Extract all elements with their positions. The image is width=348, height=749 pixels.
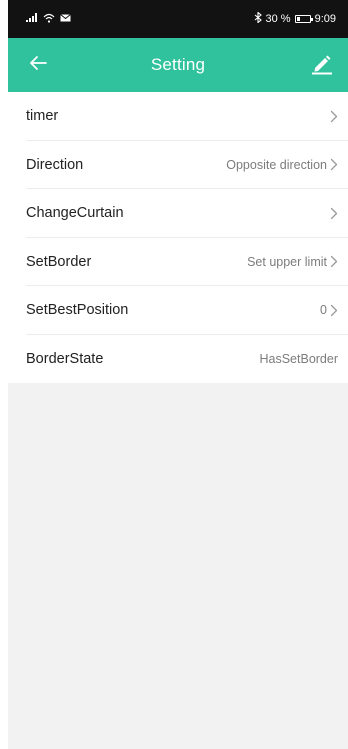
chevron-right-icon [330,255,338,268]
battery-level-fill [296,17,301,21]
wifi-icon [43,13,55,26]
back-button[interactable] [18,38,58,92]
settings-row-right [327,110,338,123]
settings-row-value: Set upper limit [247,254,327,269]
settings-row-value: 0 [320,303,327,318]
settings-row-right: Set upper limit [247,255,338,269]
settings-row-right: Opposite direction [226,158,338,172]
chevron-right-icon [330,207,338,220]
battery-percent: 30 % [265,13,291,25]
settings-row-label: SetBorder [26,253,92,270]
settings-row-label: BorderState [26,350,104,367]
arrow-left-icon [29,55,47,76]
settings-row-label: Direction [26,156,84,173]
settings-row-changecurtain[interactable]: ChangeCurtain [8,189,348,238]
settings-row-right [327,207,338,220]
settings-row-label: ChangeCurtain [26,205,124,222]
app-screen: 30 % 9:09 Setting timer Direction Opposi… [8,0,348,749]
settings-row-value: HasSetBorder [259,351,338,366]
signal-icon [26,13,38,25]
settings-row-borderstate[interactable]: BorderState HasSetBorder [8,335,348,384]
settings-row-timer[interactable]: timer [8,92,348,141]
app-bar: Setting [8,38,348,92]
settings-row-label: SetBestPosition [26,302,129,319]
battery-icon [294,15,313,23]
clock: 9:09 [314,13,336,25]
settings-row-right: HasSetBorder [259,352,338,366]
pencil-icon [310,51,334,80]
settings-row-right: 0 [320,303,338,317]
chevron-right-icon [330,304,338,317]
edit-button[interactable] [302,38,342,92]
settings-row-setborder[interactable]: SetBorder Set upper limit [8,238,348,287]
settings-row-label: timer [26,108,59,125]
chevron-right-icon [330,110,338,123]
status-left [26,13,71,26]
bluetooth-icon [254,11,262,26]
settings-row-value: Opposite direction [226,157,327,172]
page-title: Setting [150,55,206,74]
settings-row-setbestposition[interactable]: SetBestPosition 0 [8,286,348,335]
status-bar: 30 % 9:09 [8,0,348,38]
settings-row-direction[interactable]: Direction Opposite direction [8,141,348,190]
chevron-right-icon [330,158,338,171]
mail-icon [60,13,71,25]
settings-list: timer Direction Opposite direction ChangeCu… [8,92,348,383]
status-right: 30 % 9:09 [254,11,336,26]
